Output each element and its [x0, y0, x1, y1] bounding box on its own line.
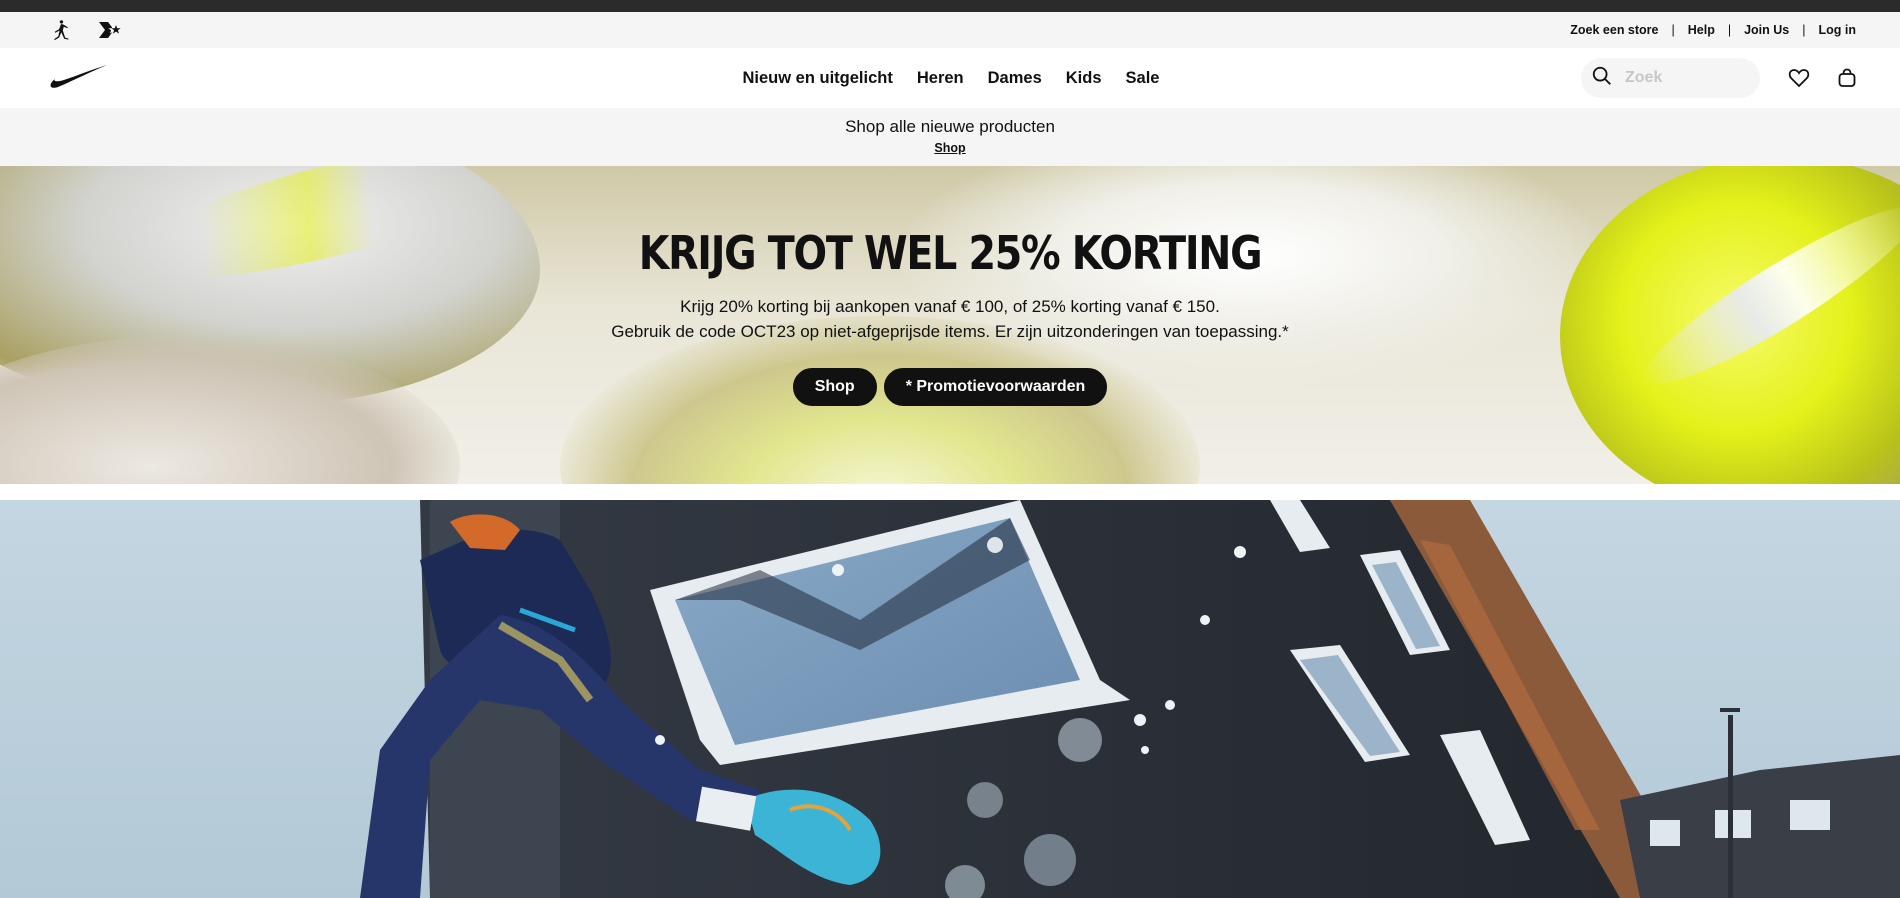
- separator: |: [1671, 23, 1675, 37]
- separator: |: [1802, 23, 1806, 37]
- hero-photo[interactable]: [0, 500, 1900, 898]
- search-box[interactable]: [1581, 58, 1760, 98]
- nav-new-featured[interactable]: Nieuw en uitgelicht: [743, 69, 893, 88]
- hero-content: KRIJG TOT WEL 25% KORTING Krijg 20% kort…: [0, 166, 1900, 406]
- hero-subtitle: Krijg 20% korting bij aankopen vanaf € 1…: [680, 297, 1220, 316]
- section-spacer: [0, 484, 1900, 500]
- promo-terms-button[interactable]: * Promotievoorwaarden: [883, 368, 1108, 406]
- join-us-link[interactable]: Join Us: [1744, 23, 1789, 37]
- promo-strip: Shop alle nieuwe producten Shop: [0, 108, 1900, 166]
- hero-banner: KRIJG TOT WEL 25% KORTING Krijg 20% kort…: [0, 166, 1900, 484]
- nav-men[interactable]: Heren: [917, 69, 964, 88]
- nav-women[interactable]: Dames: [988, 69, 1042, 88]
- hero-subtitle: Gebruik de code OCT23 op niet-afgeprijsd…: [611, 322, 1289, 341]
- hero-title: KRIJG TOT WEL 25% KORTING: [638, 226, 1263, 280]
- browser-tab-strip: [0, 0, 1900, 12]
- nike-swoosh-icon[interactable]: [46, 64, 108, 90]
- separator: |: [1727, 23, 1732, 37]
- hero-shop-button[interactable]: Shop: [792, 368, 877, 406]
- search-icon[interactable]: [1591, 65, 1613, 92]
- converse-icon[interactable]: [96, 17, 122, 43]
- hero-buttons: Shop * Promotievoorwaarden: [0, 368, 1900, 406]
- utility-links: Zoek een store | Help | Join Us | Log in: [1570, 23, 1856, 37]
- jordan-icon[interactable]: [48, 17, 74, 43]
- promo-text: Shop alle nieuwe producten: [845, 117, 1055, 136]
- search-input[interactable]: [1625, 69, 1745, 87]
- nav-kids[interactable]: Kids: [1066, 69, 1102, 88]
- brand-icons: [48, 17, 122, 43]
- main-navigation: Nieuw en uitgelicht Heren Dames Kids Sal…: [0, 48, 1900, 108]
- log-in-link[interactable]: Log in: [1819, 23, 1857, 37]
- promo-shop-link[interactable]: Shop: [934, 141, 965, 155]
- runner-building-illustration: [360, 500, 1900, 898]
- help-link[interactable]: Help: [1688, 23, 1715, 37]
- find-store-link[interactable]: Zoek een store: [1570, 23, 1658, 37]
- nav-sale[interactable]: Sale: [1126, 69, 1160, 88]
- utility-bar: Zoek een store | Help | Join Us | Log in: [0, 12, 1900, 48]
- heart-icon[interactable]: [1783, 62, 1815, 94]
- bag-icon[interactable]: [1831, 62, 1863, 94]
